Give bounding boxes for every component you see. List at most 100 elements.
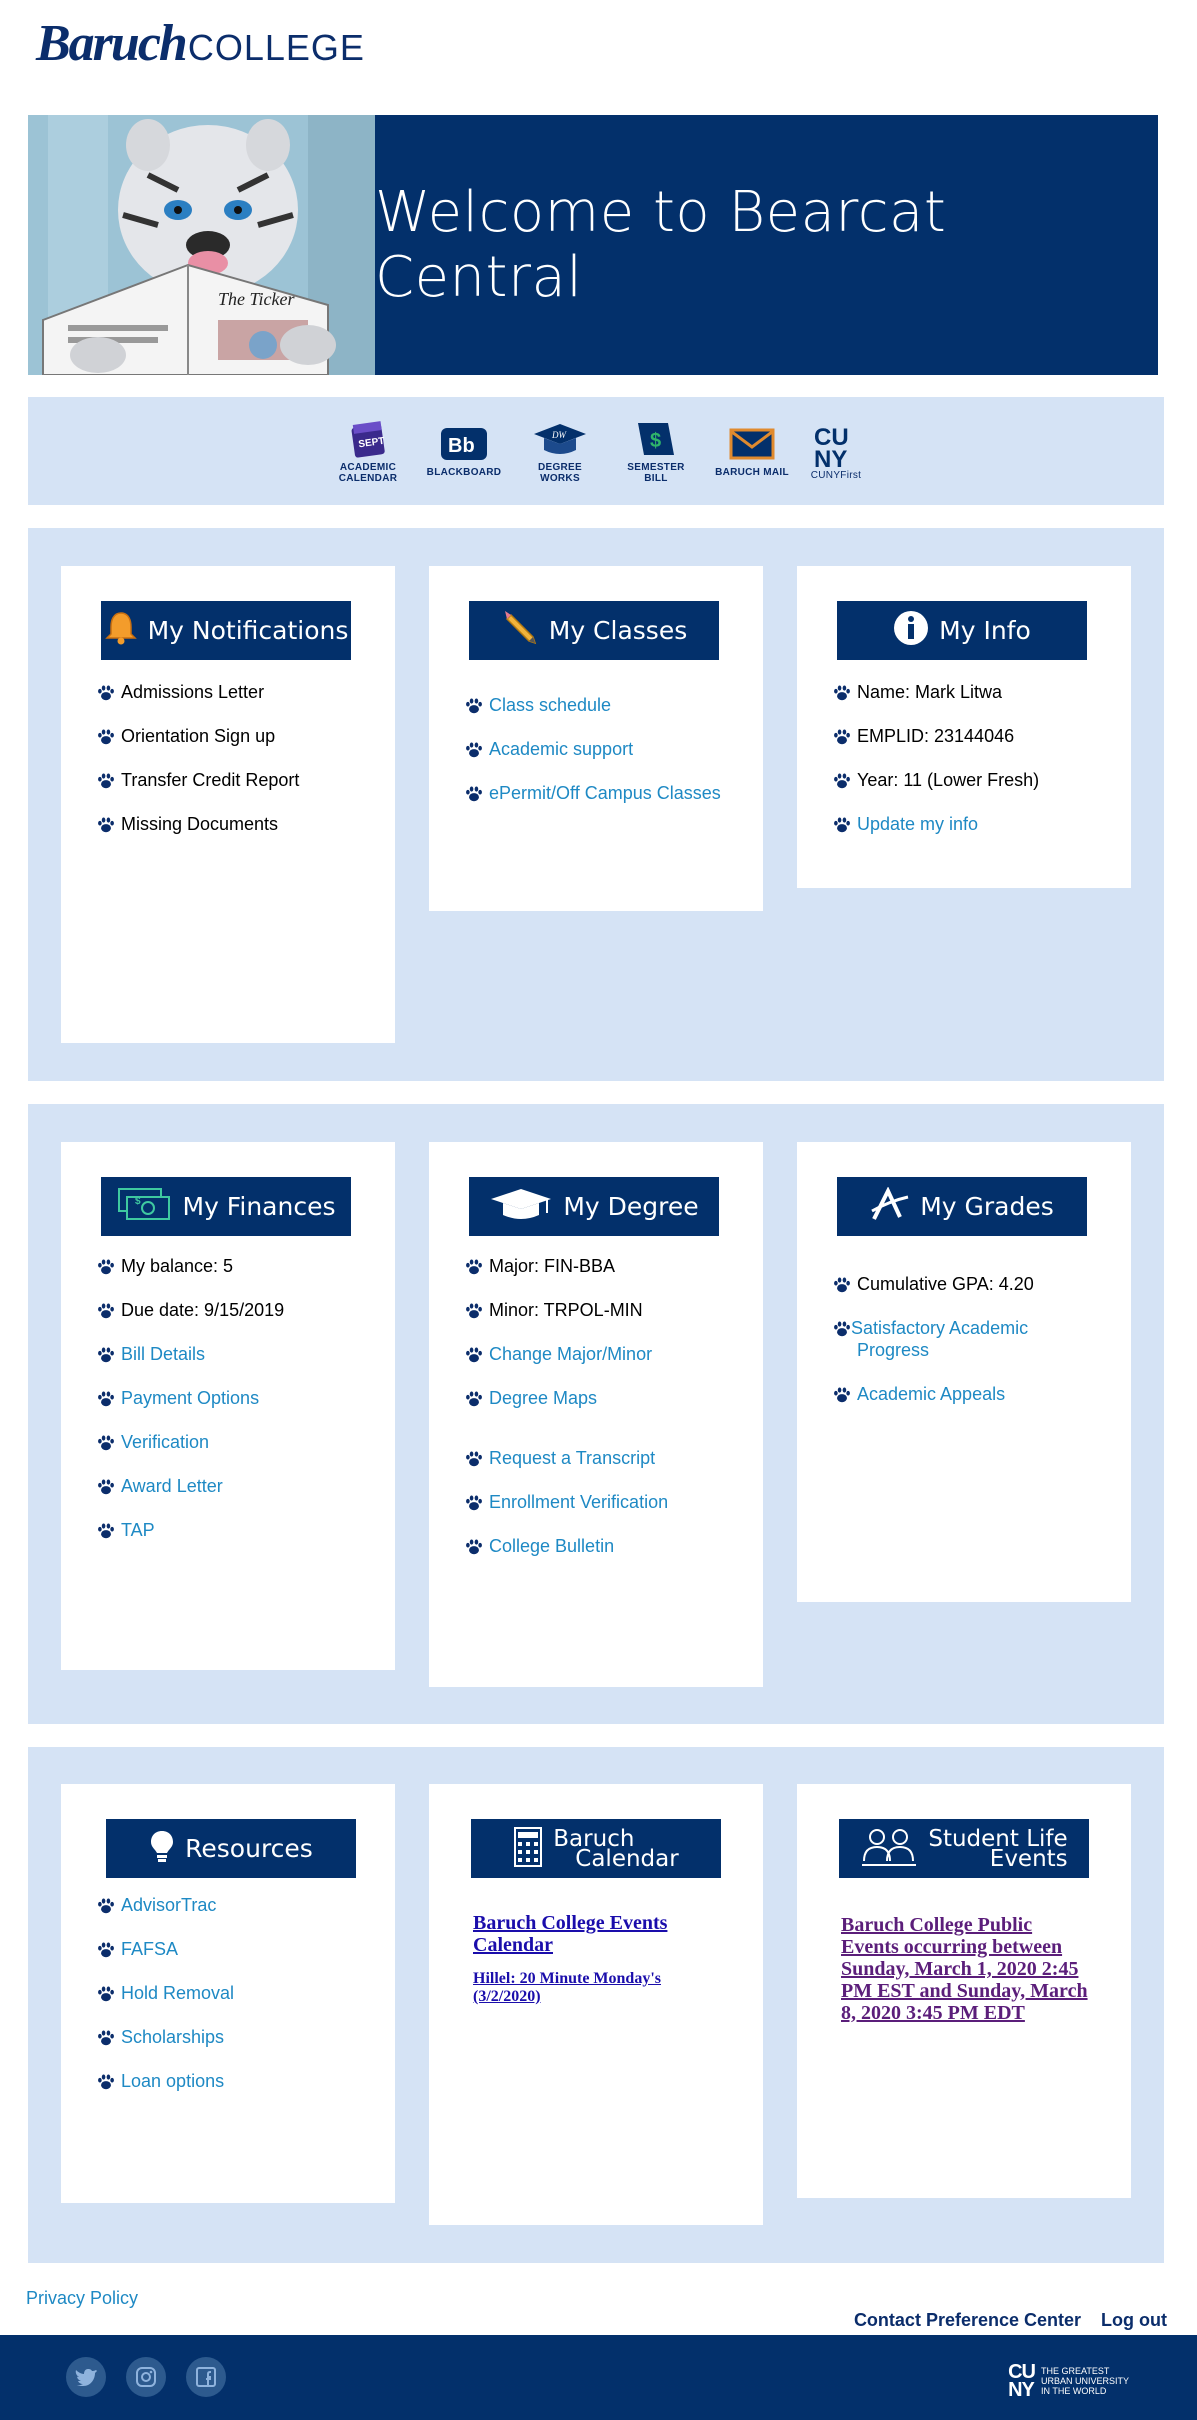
contact-preference-link[interactable]: Contact Preference Center xyxy=(854,2310,1081,2331)
paw-icon xyxy=(465,1346,483,1364)
list-item: AdvisorTrac xyxy=(97,1894,385,1916)
verification-link[interactable]: Verification xyxy=(121,1431,209,1453)
quick-link-academic-calendar[interactable]: SEPT ACADEMIC CALENDAR xyxy=(331,419,405,484)
grades-title: My Grades xyxy=(920,1192,1054,1221)
epermit-link[interactable]: ePermit/Off Campus Classes xyxy=(489,782,721,804)
paw-icon xyxy=(833,728,851,746)
list-item: Academic support xyxy=(465,738,753,760)
resources-card: Resources AdvisorTrac FAFSA Hold Removal… xyxy=(61,1784,395,2203)
quick-link-semester-bill[interactable]: $ SEMESTER BILL xyxy=(619,419,693,484)
paw-icon xyxy=(97,1434,115,1452)
instagram-icon[interactable] xyxy=(126,2357,166,2397)
paw-icon xyxy=(97,772,115,790)
twitter-icon[interactable] xyxy=(66,2357,106,2397)
list-item: Request a Transcript xyxy=(465,1447,753,1469)
degree-card: My Degree Major: FIN-BBA Minor: TRPOL-MI… xyxy=(429,1142,763,1687)
paw-icon xyxy=(833,816,851,834)
paw-icon xyxy=(97,2029,115,2047)
hold-removal-link[interactable]: Hold Removal xyxy=(121,1982,234,2004)
college-bulletin-link[interactable]: College Bulletin xyxy=(489,1535,614,1557)
degree-header: My Degree xyxy=(469,1177,719,1236)
degree-maps-link[interactable]: Degree Maps xyxy=(489,1387,597,1409)
paw-icon xyxy=(833,772,851,790)
student-year: Year: 11 (Lower Fresh) xyxy=(857,770,1040,790)
change-major-link[interactable]: Change Major/Minor xyxy=(489,1343,652,1365)
svg-text:$: $ xyxy=(650,430,661,452)
degree-title: My Degree xyxy=(563,1192,699,1221)
calendar-links: Baruch College Events Calendar Hillel: 2… xyxy=(473,1912,723,2006)
info-title: My Info xyxy=(939,616,1031,645)
update-info-link[interactable]: Update my info xyxy=(857,813,978,835)
paw-icon xyxy=(97,1302,115,1320)
notifications-title: My Notifications xyxy=(147,616,349,645)
award-letter-link[interactable]: Award Letter xyxy=(121,1475,223,1497)
cuny-mark: CU NY xyxy=(1008,2361,1036,2401)
quick-link-label: BARUCH MAIL xyxy=(715,467,789,478)
classes-header: My Classes xyxy=(469,601,719,660)
quick-link-degree-works[interactable]: DW DEGREE WORKS xyxy=(523,419,597,484)
graduation-cap-icon xyxy=(489,1187,553,1227)
paw-icon xyxy=(97,1897,115,1915)
logout-link[interactable]: Log out xyxy=(1101,2310,1167,2331)
list-item: Verification xyxy=(97,1431,385,1453)
student-emplid: EMPLID: 23144046 xyxy=(857,726,1015,746)
payment-options-link[interactable]: Payment Options xyxy=(121,1387,259,1409)
scholarships-link[interactable]: Scholarships xyxy=(121,2026,224,2048)
advisortrac-link[interactable]: AdvisorTrac xyxy=(121,1894,216,1916)
semester-bill-icon: $ xyxy=(634,419,678,459)
baruch-logo[interactable]: Baruch COLLEGE xyxy=(36,14,365,72)
events-calendar-link[interactable]: Baruch College Events Calendar xyxy=(473,1912,723,1956)
quick-links-bar: SEPT ACADEMIC CALENDAR Bb BLACKBOARD DW D… xyxy=(28,397,1164,505)
paw-icon xyxy=(97,1390,115,1408)
student-name: Name: Mark Litwa xyxy=(857,682,1003,702)
quick-link-baruch-mail[interactable]: BARUCH MAIL xyxy=(715,424,789,478)
hillel-event-link[interactable]: Hillel: 20 Minute Monday's (3/2/2020) xyxy=(473,1970,723,2006)
privacy-policy-link[interactable]: Privacy Policy xyxy=(26,2288,138,2309)
paw-icon xyxy=(465,1494,483,1512)
paw-icon xyxy=(465,697,483,715)
paw-icon xyxy=(465,785,483,803)
student-life-card: Student Life Events Baruch College Publi… xyxy=(797,1784,1131,2198)
pencil-icon xyxy=(501,609,539,653)
grades-header: My Grades xyxy=(837,1177,1087,1236)
degree-list: Major: FIN-BBA Minor: TRPOL-MIN Change M… xyxy=(465,1255,753,1579)
academic-appeals-link[interactable]: Academic Appeals xyxy=(857,1383,1005,1405)
enrollment-verification-link[interactable]: Enrollment Verification xyxy=(489,1491,668,1513)
public-events-link[interactable]: Baruch College Public Events occurring b… xyxy=(841,1914,1091,2024)
people-group-icon xyxy=(860,1825,918,1872)
resources-title: Resources xyxy=(185,1834,313,1863)
sap-link[interactable]: Satisfactory Academic Progress xyxy=(839,1317,1091,1361)
cunyfirst-icon: CU NY xyxy=(812,422,860,474)
quick-link-cunyfirst[interactable]: CU NY CUNYFirst xyxy=(811,422,861,481)
loan-options-link[interactable]: Loan options xyxy=(121,2070,224,2092)
classes-list: Class schedule Academic support ePermit/… xyxy=(465,694,753,826)
facebook-icon[interactable] xyxy=(186,2357,226,2397)
list-item: Bill Details xyxy=(97,1343,385,1365)
quick-link-blackboard[interactable]: Bb BLACKBOARD xyxy=(427,424,501,478)
list-item: Cumulative GPA: 4.20 xyxy=(833,1273,1091,1295)
quick-link-label: CUNYFirst xyxy=(810,469,862,481)
bell-icon xyxy=(104,610,138,652)
list-item: Due date: 9/15/2019 xyxy=(97,1299,385,1321)
tap-link[interactable]: TAP xyxy=(121,1519,155,1541)
finances-list: My balance: 5 Due date: 9/15/2019 Bill D… xyxy=(97,1255,385,1563)
paw-icon xyxy=(465,1390,483,1408)
paw-icon xyxy=(97,816,115,834)
cuny-tagline: THE GREATEST URBAN UNIVERSITY IN THE WORLD xyxy=(1040,2366,1129,2396)
list-item: Change Major/Minor xyxy=(465,1343,753,1365)
class-schedule-link[interactable]: Class schedule xyxy=(489,694,611,716)
hero-banner: The Ticker Welcome to Bearcat Central xyxy=(28,115,1158,375)
bill-details-link[interactable]: Bill Details xyxy=(121,1343,205,1365)
calendar-header: Baruch Calendar xyxy=(471,1819,721,1878)
info-list: Name: Mark Litwa EMPLID: 23144046 Year: … xyxy=(833,681,1121,857)
classes-title: My Classes xyxy=(548,616,688,645)
list-item: Transfer Credit Report xyxy=(97,769,385,791)
fafsa-link[interactable]: FAFSA xyxy=(121,1938,178,1960)
academic-support-link[interactable]: Academic support xyxy=(489,738,633,760)
paw-icon xyxy=(97,1522,115,1540)
paw-icon xyxy=(97,684,115,702)
cuny-footer-logo[interactable]: CU NY THE GREATEST URBAN UNIVERSITY IN THE … xyxy=(1008,2361,1129,2401)
info-icon xyxy=(893,610,929,652)
request-transcript-link[interactable]: Request a Transcript xyxy=(489,1447,655,1469)
list-item: Admissions Letter xyxy=(97,681,385,703)
